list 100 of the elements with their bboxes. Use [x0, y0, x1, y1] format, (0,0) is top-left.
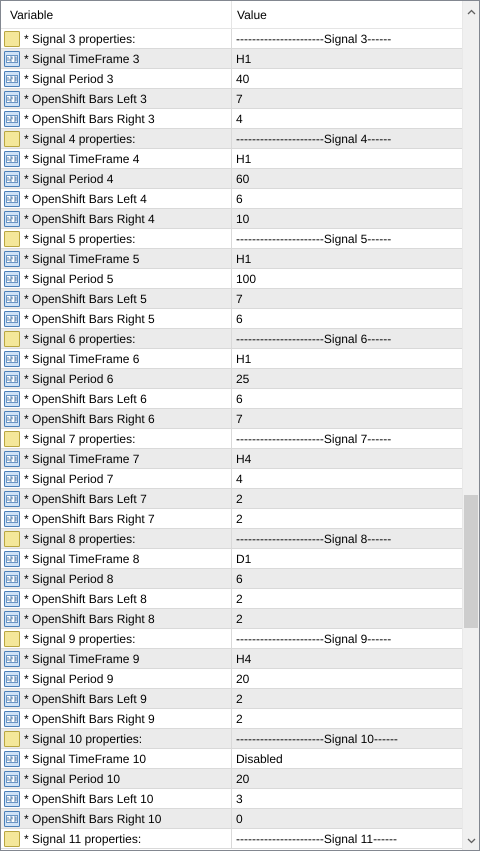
- variable-name: * Signal 7 properties:: [24, 432, 136, 446]
- value-cell[interactable]: 7: [232, 409, 462, 428]
- value-cell[interactable]: ----------------------Signal 10------: [232, 729, 462, 748]
- variable-name: * OpenShift Bars Left 8: [24, 592, 147, 606]
- value-cell[interactable]: Disabled: [232, 749, 462, 768]
- scroll-up-icon[interactable]: [466, 9, 476, 15]
- variable-name: * Signal TimeFrame 4: [24, 152, 140, 166]
- value-cell[interactable]: 6: [232, 189, 462, 208]
- number-type-icon: [4, 570, 20, 586]
- scroll-down-icon[interactable]: [466, 838, 476, 844]
- variable-name: * Signal 10 properties:: [24, 732, 142, 746]
- value-cell[interactable]: D1: [232, 549, 462, 568]
- value-cell[interactable]: 0: [232, 809, 462, 828]
- value-cell[interactable]: 25: [232, 369, 462, 388]
- value-cell[interactable]: H1: [232, 349, 462, 368]
- variable-name: * Signal 6 properties:: [24, 332, 136, 346]
- value-cell[interactable]: 60: [232, 169, 462, 188]
- variable-name: * Signal 9 properties:: [24, 632, 136, 646]
- value-cell[interactable]: 7: [232, 289, 462, 308]
- number-type-icon: [4, 370, 20, 386]
- number-type-icon: [4, 690, 20, 706]
- variable-name: * OpenShift Bars Right 9: [24, 712, 155, 726]
- variable-name: * OpenShift Bars Right 10: [24, 812, 162, 826]
- variable-name: * Signal Period 6: [24, 372, 114, 386]
- value-cell[interactable]: ----------------------Signal 3------: [232, 29, 462, 48]
- value-cell[interactable]: 3: [232, 789, 462, 808]
- value-cell[interactable]: ----------------------Signal 5------: [232, 229, 462, 248]
- value-cell[interactable]: 6: [232, 569, 462, 588]
- value-cell[interactable]: ----------------------Signal 8------: [232, 529, 462, 548]
- variable-name: * OpenShift Bars Left 6: [24, 392, 147, 406]
- value-cell[interactable]: 2: [232, 589, 462, 608]
- value-cell[interactable]: 20: [232, 769, 462, 788]
- variable-name: * Signal TimeFrame 8: [24, 552, 140, 566]
- variable-name: * Signal TimeFrame 6: [24, 352, 140, 366]
- variable-name: * Signal Period 5: [24, 272, 114, 286]
- number-type-icon: [4, 610, 20, 626]
- number-type-icon: [4, 450, 20, 466]
- value-cell[interactable]: 7: [232, 89, 462, 108]
- variable-name: * Signal 11 properties:: [24, 832, 142, 846]
- variable-name: * OpenShift Bars Right 8: [24, 612, 155, 626]
- value-cell[interactable]: ----------------------Signal 9------: [232, 629, 462, 648]
- variable-name: * OpenShift Bars Right 7: [24, 512, 155, 526]
- value-cell[interactable]: 2: [232, 709, 462, 728]
- variable-name: * Signal 5 properties:: [24, 232, 136, 246]
- variable-name: * OpenShift Bars Left 7: [24, 492, 147, 506]
- value-cell[interactable]: H1: [232, 249, 462, 268]
- value-cell[interactable]: 4: [232, 109, 462, 128]
- value-cell[interactable]: 20: [232, 669, 462, 688]
- number-type-icon: [4, 770, 20, 786]
- column-header[interactable]: Variable: [1, 1, 232, 28]
- number-type-icon: [4, 210, 20, 226]
- number-type-icon: [4, 810, 20, 826]
- value-cell[interactable]: 40: [232, 69, 462, 88]
- number-type-icon: [4, 490, 20, 506]
- value-cell[interactable]: ----------------------Signal 4------: [232, 129, 462, 148]
- value-cell[interactable]: H1: [232, 149, 462, 168]
- scroll-thumb[interactable]: [464, 495, 478, 628]
- variable-name: * Signal TimeFrame 5: [24, 252, 140, 266]
- variable-name: * Signal 8 properties:: [24, 532, 136, 546]
- value-cell[interactable]: ----------------------Signal 11------: [232, 829, 462, 848]
- variable-name: * OpenShift Bars Right 5: [24, 312, 155, 326]
- value-cell[interactable]: 2: [232, 489, 462, 508]
- variable-name: * Signal Period 9: [24, 672, 114, 686]
- value-cell[interactable]: ----------------------Signal 6------: [232, 329, 462, 348]
- value-cell[interactable]: 100: [232, 269, 462, 288]
- variable-name: * Signal Period 10: [24, 772, 120, 786]
- value-cell[interactable]: 4: [232, 469, 462, 488]
- value-cell[interactable]: ----------------------Signal 7------: [232, 429, 462, 448]
- number-type-icon: [4, 290, 20, 306]
- number-type-icon: [4, 410, 20, 426]
- variable-name: * OpenShift Bars Left 10: [24, 792, 154, 806]
- variable-name: * Signal Period 4: [24, 172, 114, 186]
- variable-name: * OpenShift Bars Right 4: [24, 212, 155, 226]
- number-type-icon: [4, 90, 20, 106]
- variable-name: * OpenShift Bars Left 9: [24, 692, 147, 706]
- value-cell[interactable]: 10: [232, 209, 462, 228]
- variable-name: * Signal 4 properties:: [24, 132, 136, 146]
- column-header[interactable]: Value: [232, 1, 462, 28]
- variable-name: * OpenShift Bars Left 4: [24, 192, 147, 206]
- variable-name: * Signal Period 8: [24, 572, 114, 586]
- value-cell[interactable]: 2: [232, 609, 462, 628]
- number-type-icon: [4, 170, 20, 186]
- value-cell[interactable]: H4: [232, 649, 462, 668]
- number-type-icon: [4, 250, 20, 266]
- value-cell[interactable]: 6: [232, 309, 462, 328]
- variable-name: * Signal TimeFrame 10: [24, 752, 146, 766]
- variable-name: * OpenShift Bars Left 5: [24, 292, 147, 306]
- variable-name: * Signal TimeFrame 7: [24, 452, 140, 466]
- variable-name: * Signal TimeFrame 9: [24, 652, 140, 666]
- scrollbar[interactable]: [462, 1, 479, 850]
- variable-name: * OpenShift Bars Right 3: [24, 112, 155, 126]
- variable-name: * Signal Period 7: [24, 472, 114, 486]
- value-cell[interactable]: H1: [232, 49, 462, 68]
- variable-name: * Signal 3 properties:: [24, 32, 136, 46]
- variable-name: * OpenShift Bars Right 6: [24, 412, 155, 426]
- value-cell[interactable]: 6: [232, 389, 462, 408]
- value-cell[interactable]: H4: [232, 449, 462, 468]
- value-cell[interactable]: 2: [232, 689, 462, 708]
- value-cell[interactable]: 2: [232, 509, 462, 528]
- number-type-icon: [4, 50, 20, 66]
